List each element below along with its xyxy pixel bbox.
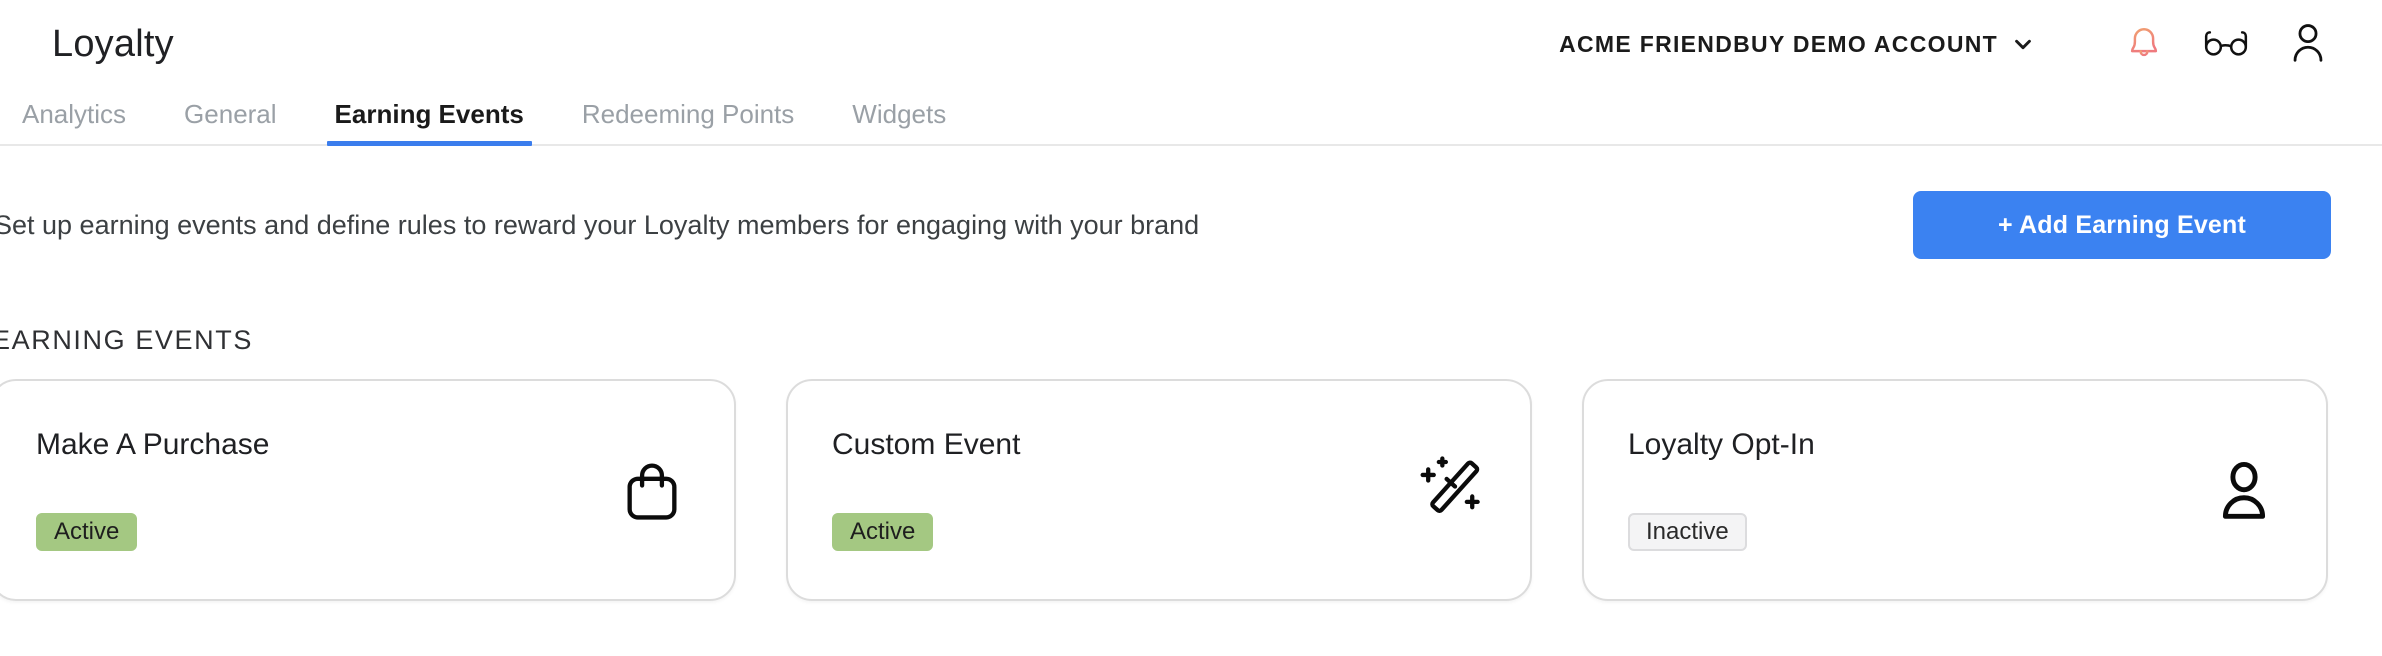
notifications-button[interactable] — [2116, 16, 2172, 72]
user-icon — [2208, 454, 2280, 526]
toolbar: Set up earning events and define rules t… — [0, 146, 2382, 296]
page-title: Loyalty — [52, 22, 174, 65]
glasses-icon — [2201, 25, 2251, 64]
loyalty-earning-events-page: Loyalty ACME FRIENDBUY DEMO ACCOUNT Anal… — [0, 0, 2382, 656]
status-badge: Active — [36, 513, 138, 551]
status-badge: Inactive — [1628, 513, 1747, 551]
account-switcher[interactable]: ACME FRIENDBUY DEMO ACCOUNT — [1559, 31, 2034, 58]
app-header: Loyalty ACME FRIENDBUY DEMO ACCOUNT — [0, 0, 2382, 88]
header-actions: ACME FRIENDBUY DEMO ACCOUNT — [1559, 16, 2336, 72]
shopping-bag-icon — [616, 454, 688, 526]
earning-events-list: Make A Purchase Active Custom Event Acti… — [0, 379, 2382, 601]
preview-button[interactable] — [2198, 16, 2254, 72]
user-icon — [2287, 19, 2329, 70]
earning-event-card[interactable]: Make A Purchase Active — [0, 379, 736, 601]
tab-analytics[interactable]: Analytics — [22, 99, 126, 144]
earning-event-card[interactable]: Loyalty Opt-In Inactive — [1582, 379, 2328, 601]
account-name: ACME FRIENDBUY DEMO ACCOUNT — [1559, 30, 1998, 57]
tab-general[interactable]: General — [184, 99, 277, 144]
status-badge: Active — [832, 513, 934, 551]
chevron-down-icon — [2012, 33, 2034, 55]
tab-widgets[interactable]: Widgets — [852, 99, 946, 144]
magic-wand-icon — [1412, 454, 1484, 526]
card-title: Custom Event — [832, 428, 1021, 461]
section-heading: EARNING EVENTS — [0, 325, 253, 355]
tab-bar: Analytics General Earning Events Redeemi… — [0, 88, 2382, 146]
bell-icon — [2123, 19, 2165, 70]
card-title: Loyalty Opt-In — [1628, 428, 1815, 461]
earning-event-card[interactable]: Custom Event Active — [786, 379, 1532, 601]
tab-earning-events[interactable]: Earning Events — [326, 99, 533, 146]
add-earning-event-button[interactable]: + Add Earning Event — [1913, 191, 2331, 259]
card-title: Make A Purchase — [36, 428, 270, 461]
tab-redeeming-points[interactable]: Redeeming Points — [582, 99, 794, 144]
page-description: Set up earning events and define rules t… — [0, 210, 1200, 240]
profile-button[interactable] — [2280, 16, 2336, 72]
